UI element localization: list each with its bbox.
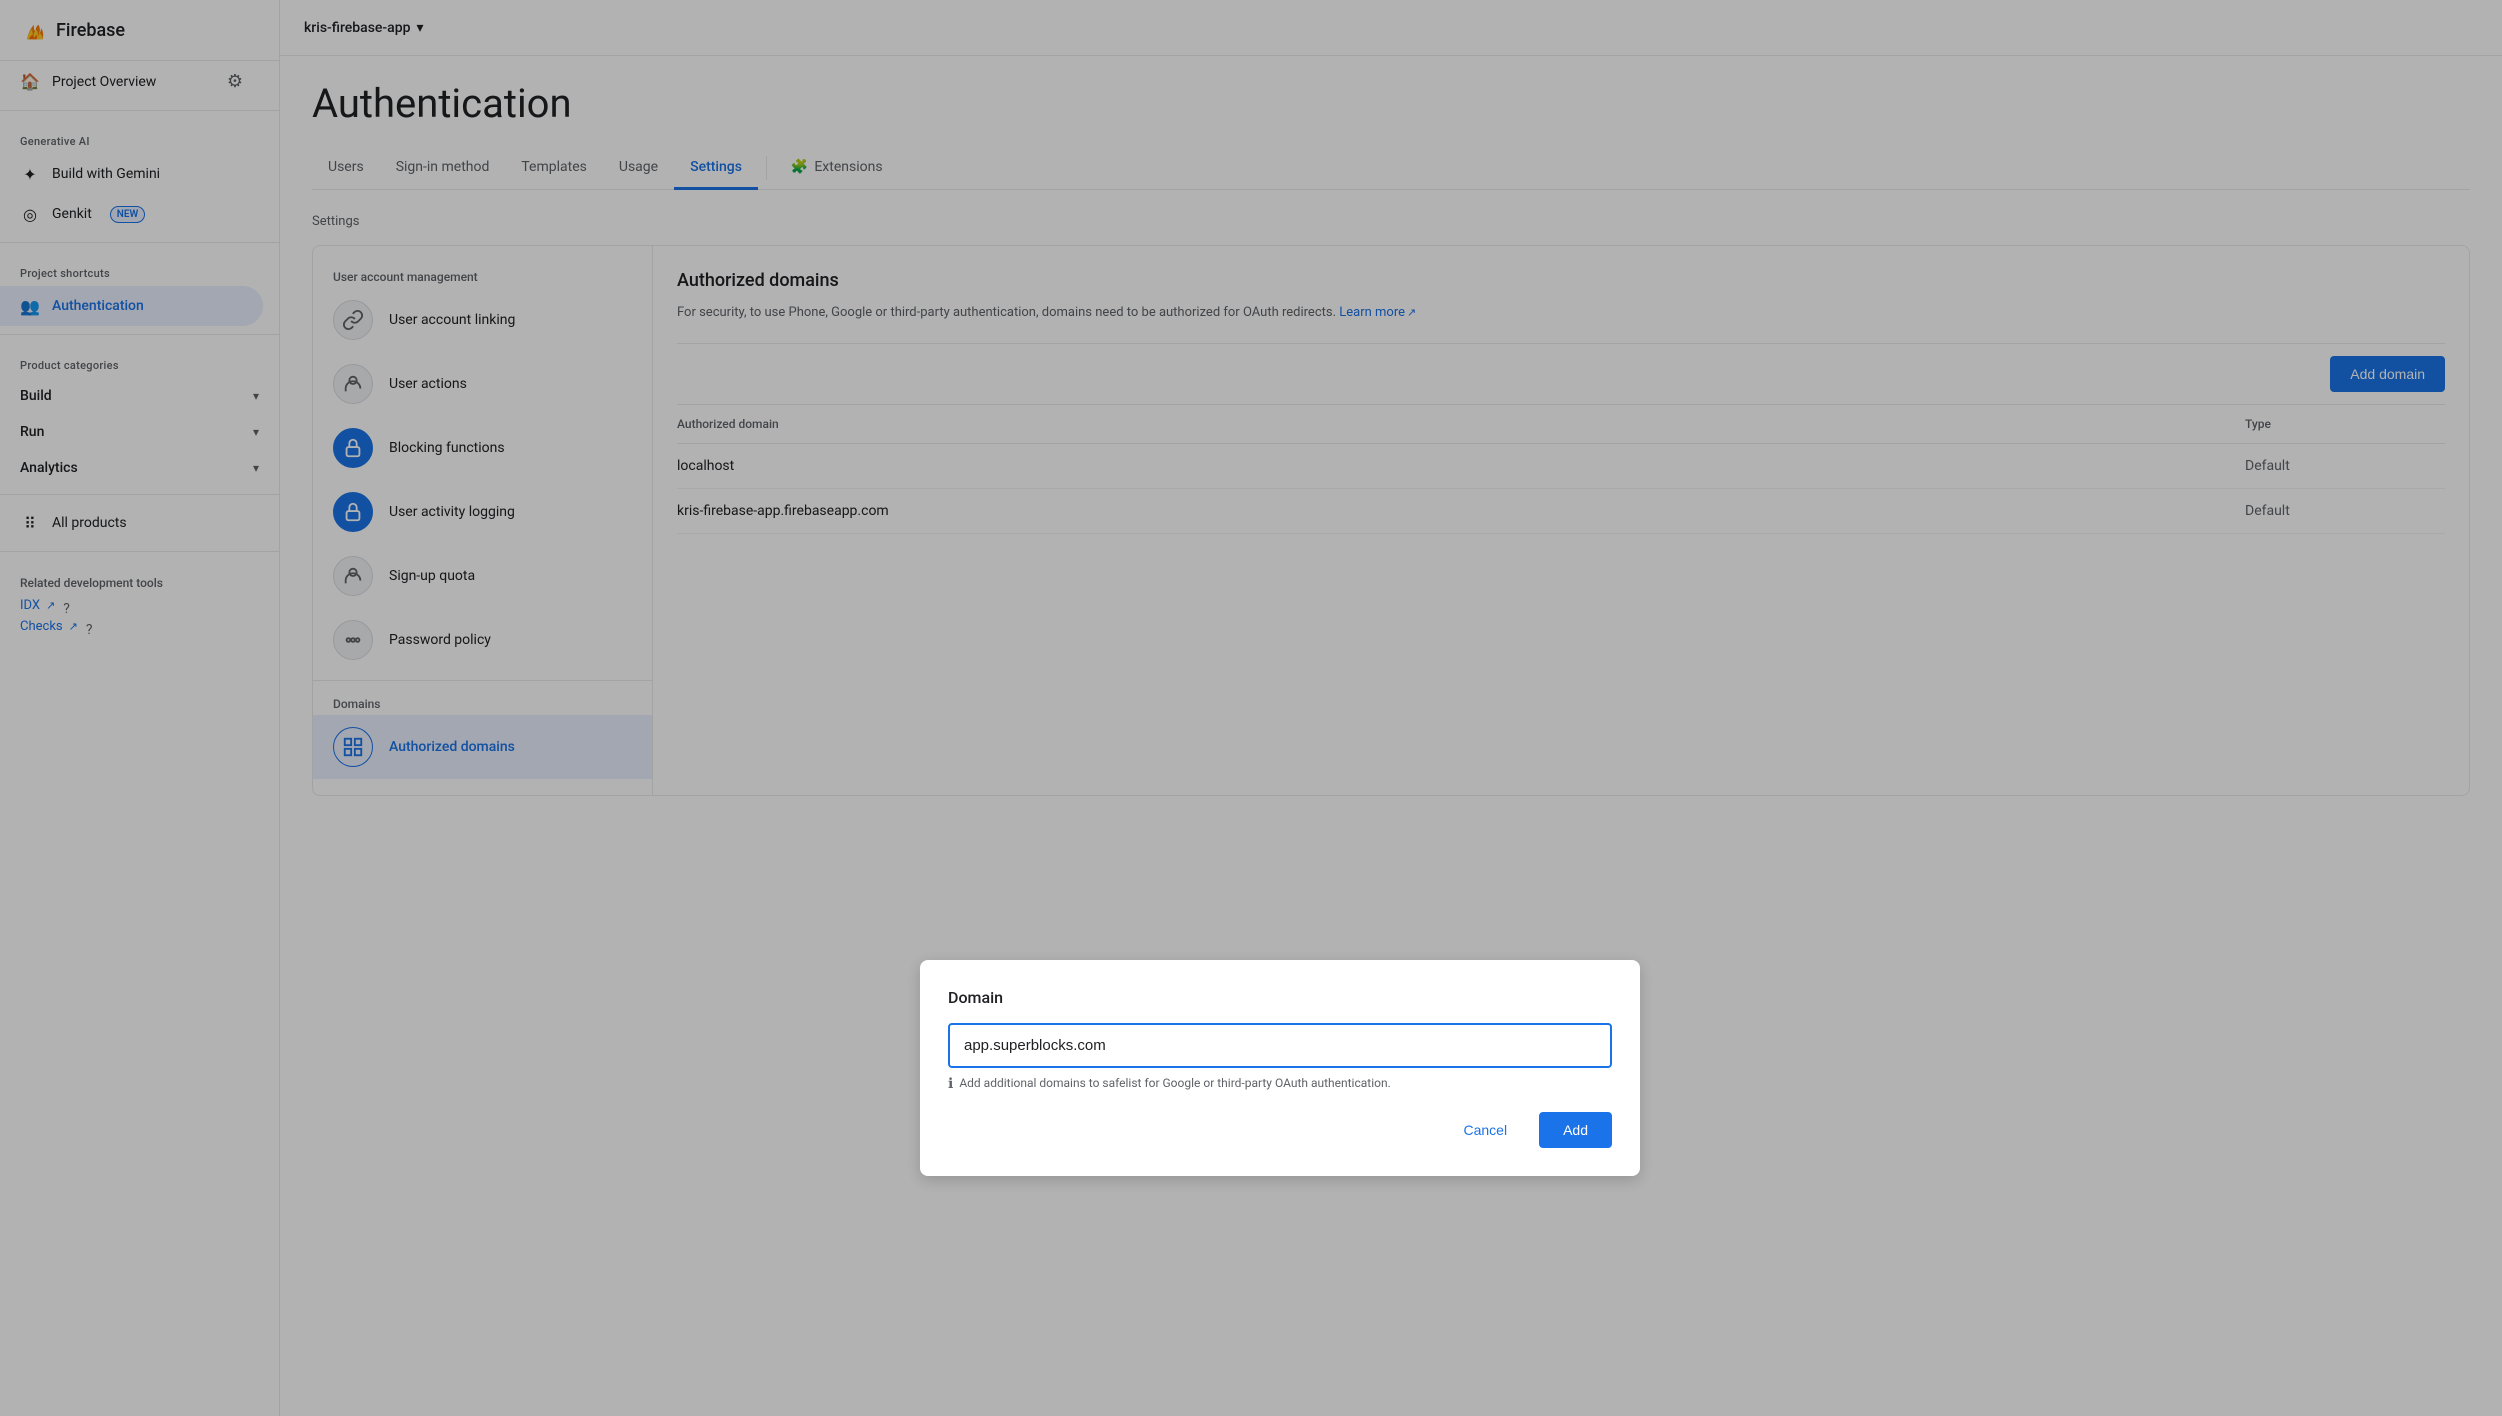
dialog-hint: ℹ Add additional domains to safelist for… [948, 1076, 1612, 1092]
cancel-button[interactable]: Cancel [1443, 1112, 1527, 1148]
domain-input[interactable] [948, 1023, 1612, 1068]
add-button[interactable]: Add [1539, 1112, 1612, 1148]
dialog-actions: Cancel Add [948, 1112, 1612, 1148]
info-icon: ℹ [948, 1076, 953, 1092]
dialog-overlay[interactable]: Domain ℹ Add additional domains to safel… [0, 0, 2502, 1416]
dialog-title: Domain [948, 988, 1612, 1007]
add-domain-dialog: Domain ℹ Add additional domains to safel… [920, 960, 1640, 1176]
